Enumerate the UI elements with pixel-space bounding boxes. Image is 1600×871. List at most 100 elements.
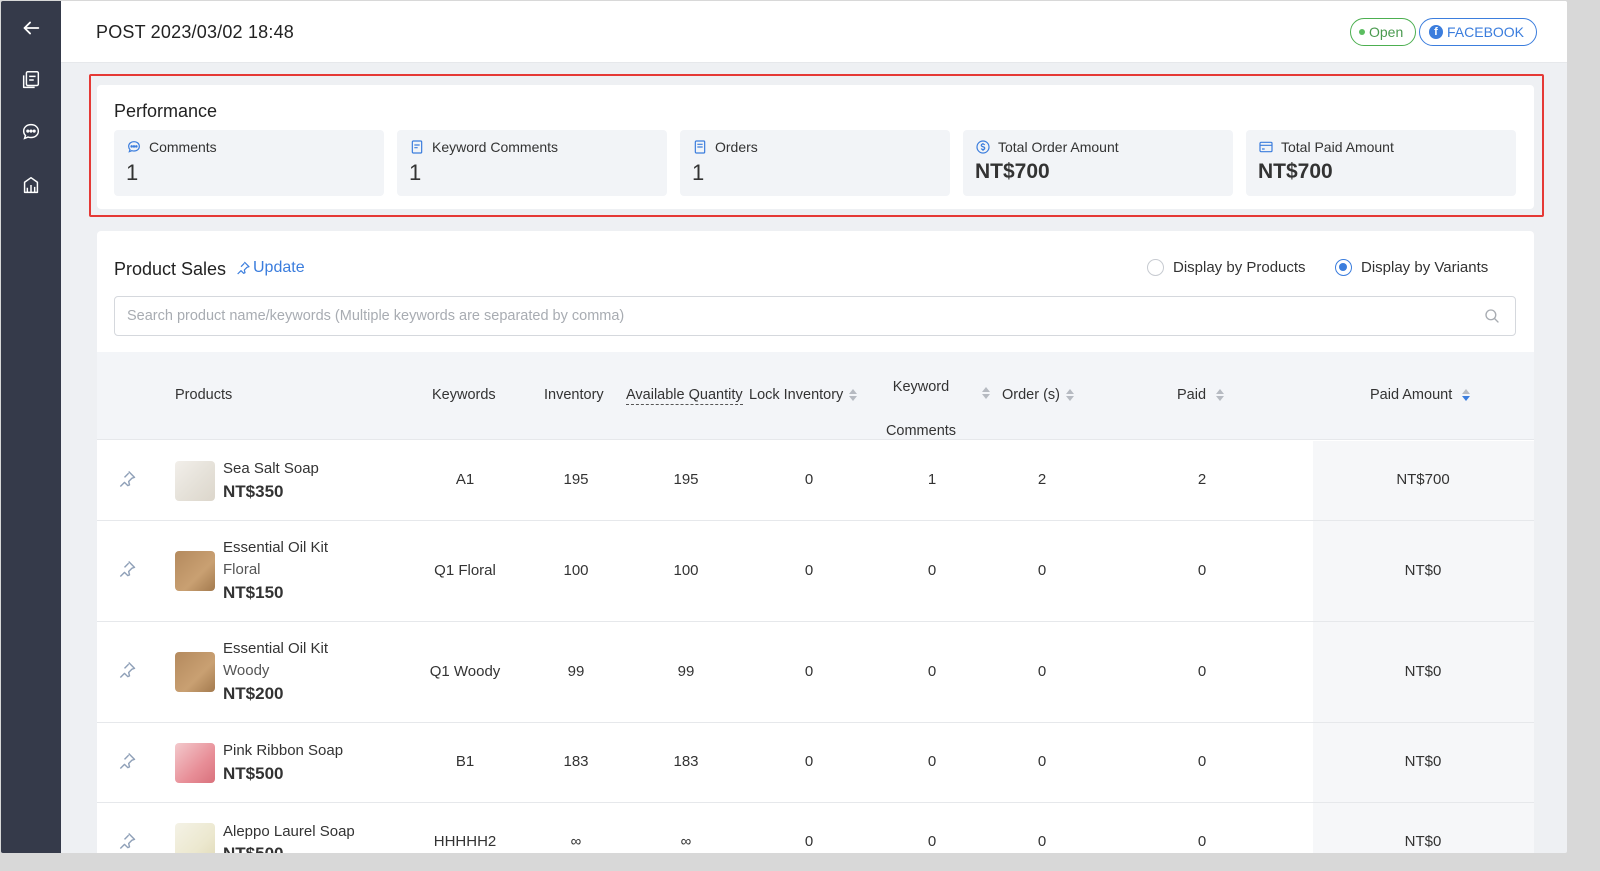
cell-inventory: ∞ [570, 833, 582, 850]
app-window: POST 2023/03/02 18:48 Open f FACEBOOK Pe… [1, 1, 1567, 853]
cell-keyword: A1 [455, 471, 475, 488]
col-inventory: Inventory [544, 387, 604, 403]
status-dot-icon [1359, 29, 1365, 35]
cell-inventory: 183 [563, 753, 589, 770]
display-by-products-radio[interactable]: Display by Products [1147, 259, 1306, 276]
product-variant: Floral [223, 561, 261, 578]
status-badge: Open [1350, 18, 1417, 46]
col-keyword-comments: Keyword Comments [885, 365, 957, 453]
facebook-icon: f [1429, 25, 1443, 39]
stat-label-row: Orders [692, 139, 758, 155]
stat-value: 1 [409, 160, 422, 185]
cell-keyword: B1 [455, 753, 475, 770]
col-lock-inventory[interactable]: Lock Inventory [749, 387, 858, 403]
stat-value: NT$700 [1258, 160, 1333, 183]
screen-frame: POST 2023/03/02 18:48 Open f FACEBOOK Pe… [0, 0, 1600, 871]
stat-value: 1 [126, 160, 139, 185]
stat-total-order-amount: Total Order Amount NT$700 [963, 130, 1233, 196]
sort-icon[interactable] [849, 389, 858, 401]
order-icon [694, 140, 706, 154]
cell-keyword: Q1 Floral [434, 562, 496, 579]
back-arrow-icon[interactable] [15, 12, 47, 44]
pin-icon[interactable] [117, 660, 137, 680]
stat-label: Total Paid Amount [1281, 139, 1394, 155]
cell-paid: 0 [1197, 753, 1207, 770]
stat-value: NT$700 [975, 160, 1050, 183]
pin-icon [237, 261, 250, 275]
radio-checked-icon [1335, 259, 1352, 276]
search-icon[interactable] [1483, 307, 1501, 325]
product-price: NT$500 [223, 844, 283, 853]
cell-keyword-comments: 0 [927, 833, 937, 850]
stat-value: 1 [692, 160, 705, 185]
product-thumbnail [175, 461, 215, 501]
product-thumbnail [175, 823, 215, 853]
cell-paid: 0 [1197, 663, 1207, 680]
pin-icon[interactable] [117, 559, 137, 579]
update-label: Update [253, 259, 305, 276]
cell-orders: 2 [1037, 471, 1047, 488]
cell-available: 99 [677, 663, 695, 680]
col-orders-label: Order (s) [1002, 387, 1060, 403]
cell-paid-amount: NT$0 [1404, 833, 1442, 850]
display-by-variants-radio[interactable]: Display by Variants [1335, 259, 1488, 276]
table-row: Pink Ribbon Soap NT$500 B1 183 183 0 0 0… [97, 723, 1534, 803]
cell-keyword: HHHHH2 [433, 833, 497, 850]
cell-keyword-comments: 0 [927, 562, 937, 579]
col-keywords: Keywords [432, 387, 496, 403]
search-input[interactable] [127, 297, 1467, 335]
product-price: NT$150 [223, 583, 284, 602]
cell-inventory: 100 [563, 562, 589, 579]
cell-paid-amount: NT$0 [1404, 562, 1442, 579]
store-analytics-icon[interactable] [15, 169, 47, 201]
keyword-comments-sort-icon[interactable] [982, 387, 990, 399]
cell-paid: 2 [1197, 471, 1207, 488]
cell-lock: 0 [804, 471, 814, 488]
col-available-quantity[interactable]: Available Quantity [626, 387, 743, 405]
chat-icon[interactable] [15, 116, 47, 148]
pin-icon[interactable] [117, 469, 137, 489]
cell-keyword-comments: 0 [927, 753, 937, 770]
cell-inventory: 195 [563, 471, 589, 488]
cell-paid-amount: NT$700 [1396, 471, 1450, 488]
radio-unchecked-icon [1147, 259, 1164, 276]
cell-paid: 0 [1197, 833, 1207, 850]
stat-label: Orders [715, 139, 758, 155]
product-sales-title: Product Sales [114, 259, 227, 279]
pin-icon[interactable] [117, 831, 137, 851]
col-paid[interactable]: Paid [1177, 387, 1225, 403]
cell-available: ∞ [680, 833, 692, 850]
stat-comments: Comments 1 [114, 130, 384, 196]
product-price: NT$350 [223, 482, 284, 501]
product-price: NT$200 [223, 684, 284, 703]
table-header: Products Keywords Inventory Available Qu… [97, 352, 1534, 440]
cell-lock: 0 [804, 833, 814, 850]
stat-label: Total Order Amount [998, 139, 1119, 155]
cell-orders: 0 [1037, 753, 1047, 770]
performance-card: Performance Comments 1 Keyword Comments … [97, 85, 1534, 209]
update-button[interactable]: Update [235, 259, 305, 277]
sort-icon[interactable] [1066, 389, 1074, 401]
pin-icon[interactable] [117, 751, 137, 771]
dollar-icon [976, 140, 990, 154]
product-sales-card: Product Sales Update Display by Products… [97, 231, 1534, 853]
product-price: NT$500 [223, 764, 284, 783]
facebook-link-button[interactable]: f FACEBOOK [1419, 18, 1538, 46]
sort-icon[interactable] [1216, 389, 1225, 401]
col-lock-inventory-label: Lock Inventory [749, 387, 844, 403]
cell-lock: 0 [804, 753, 814, 770]
credit-card-icon [1259, 141, 1273, 153]
col-paid-amount[interactable]: Paid Amount [1370, 387, 1471, 403]
product-name: Essential Oil Kit [223, 539, 329, 556]
col-available-quantity-label: Available Quantity [626, 387, 743, 405]
post-icon[interactable] [15, 64, 47, 96]
product-search [114, 296, 1516, 336]
product-thumbnail [175, 652, 215, 692]
col-products: Products [175, 387, 233, 403]
cell-available: 195 [673, 471, 699, 488]
stat-label-row: Total Order Amount [975, 139, 1119, 155]
sort-icon[interactable] [1462, 389, 1471, 401]
performance-title: Performance [114, 101, 218, 121]
product-thumbnail [175, 551, 215, 591]
col-orders[interactable]: Order (s) [1002, 387, 1074, 403]
